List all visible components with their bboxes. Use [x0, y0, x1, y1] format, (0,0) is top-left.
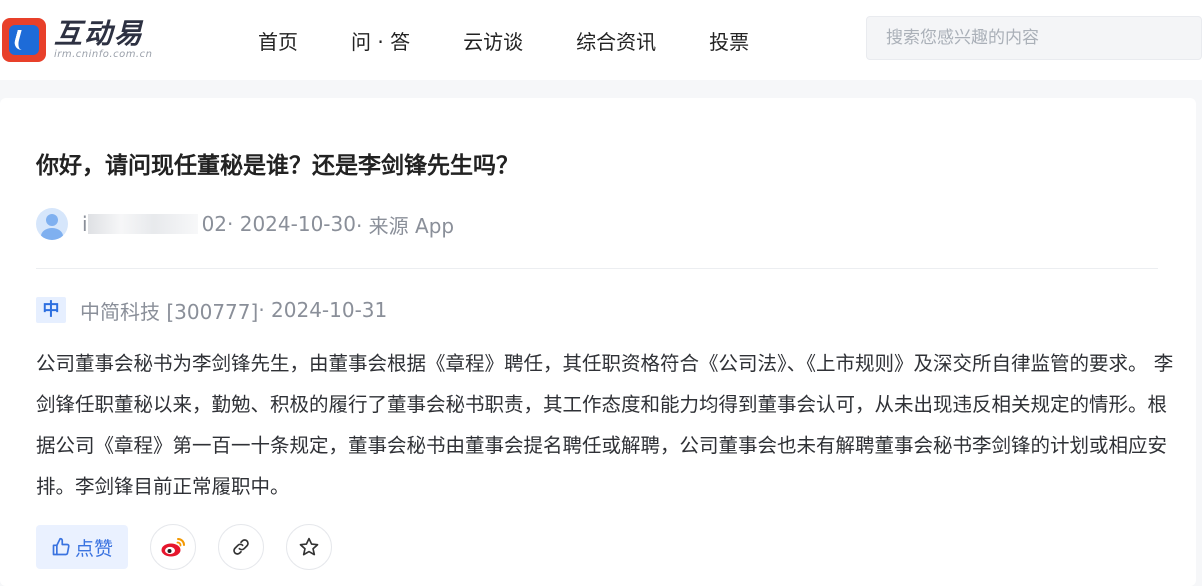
- nav-qa[interactable]: 问 · 答: [351, 26, 410, 55]
- like-button[interactable]: 点赞: [36, 525, 128, 569]
- question-title: 你好，请问现任董秘是谁？还是李剑锋先生吗？: [36, 153, 519, 179]
- question-source: · 来源 App: [355, 213, 455, 238]
- search-input[interactable]: 搜索您感兴趣的内容: [866, 16, 1202, 60]
- link-icon: [233, 539, 249, 555]
- answer-text: 公司董事会秘书为李剑锋先生，由董事会根据《章程》聘任，其任职资格符合《公司法》、…: [36, 352, 1174, 498]
- star-icon: [299, 537, 319, 556]
- nav-cloud-interview[interactable]: 云访谈: [463, 26, 523, 55]
- divider: [36, 268, 1158, 269]
- nav-news[interactable]: 综合资讯: [576, 26, 656, 55]
- like-label: 点赞: [74, 537, 113, 560]
- site-logo[interactable]: 互动易 irm.cninfo.com.cn: [0, 14, 152, 66]
- logo-domain: irm.cninfo.com.cn: [54, 49, 153, 60]
- avatar[interactable]: [36, 208, 68, 240]
- nav-vote[interactable]: 投票: [709, 26, 749, 55]
- logo-icon: [2, 18, 46, 62]
- favorite-button[interactable]: [286, 524, 332, 570]
- answer-date: · 2024-10-31: [258, 298, 388, 322]
- question-date: · 2024-10-30: [227, 212, 356, 236]
- share-weibo-button[interactable]: [150, 524, 196, 570]
- top-navbar: 互动易 irm.cninfo.com.cn 首页 问 · 答 云访谈 综合资讯 …: [0, 0, 1202, 80]
- asker-meta: i 02 · 2024-10-30 · 来源 App: [36, 206, 454, 242]
- weibo-icon: [161, 538, 185, 557]
- action-bar: 点赞: [36, 524, 332, 570]
- asker-name-end[interactable]: 02: [202, 212, 227, 236]
- main-nav: 首页 问 · 答 云访谈 综合资讯 投票: [258, 0, 802, 80]
- logo-title: 互动易: [54, 17, 145, 50]
- nav-home[interactable]: 首页: [258, 26, 298, 55]
- company-badge: 中: [36, 297, 66, 323]
- copy-link-button[interactable]: [218, 524, 264, 570]
- thumb-up-icon: [52, 537, 70, 556]
- masked-username: [87, 214, 198, 234]
- answerer-meta: 中 中简科技 [300777] · 2024-10-31: [36, 294, 387, 326]
- company-name[interactable]: 中简科技 [300777]: [80, 296, 258, 325]
